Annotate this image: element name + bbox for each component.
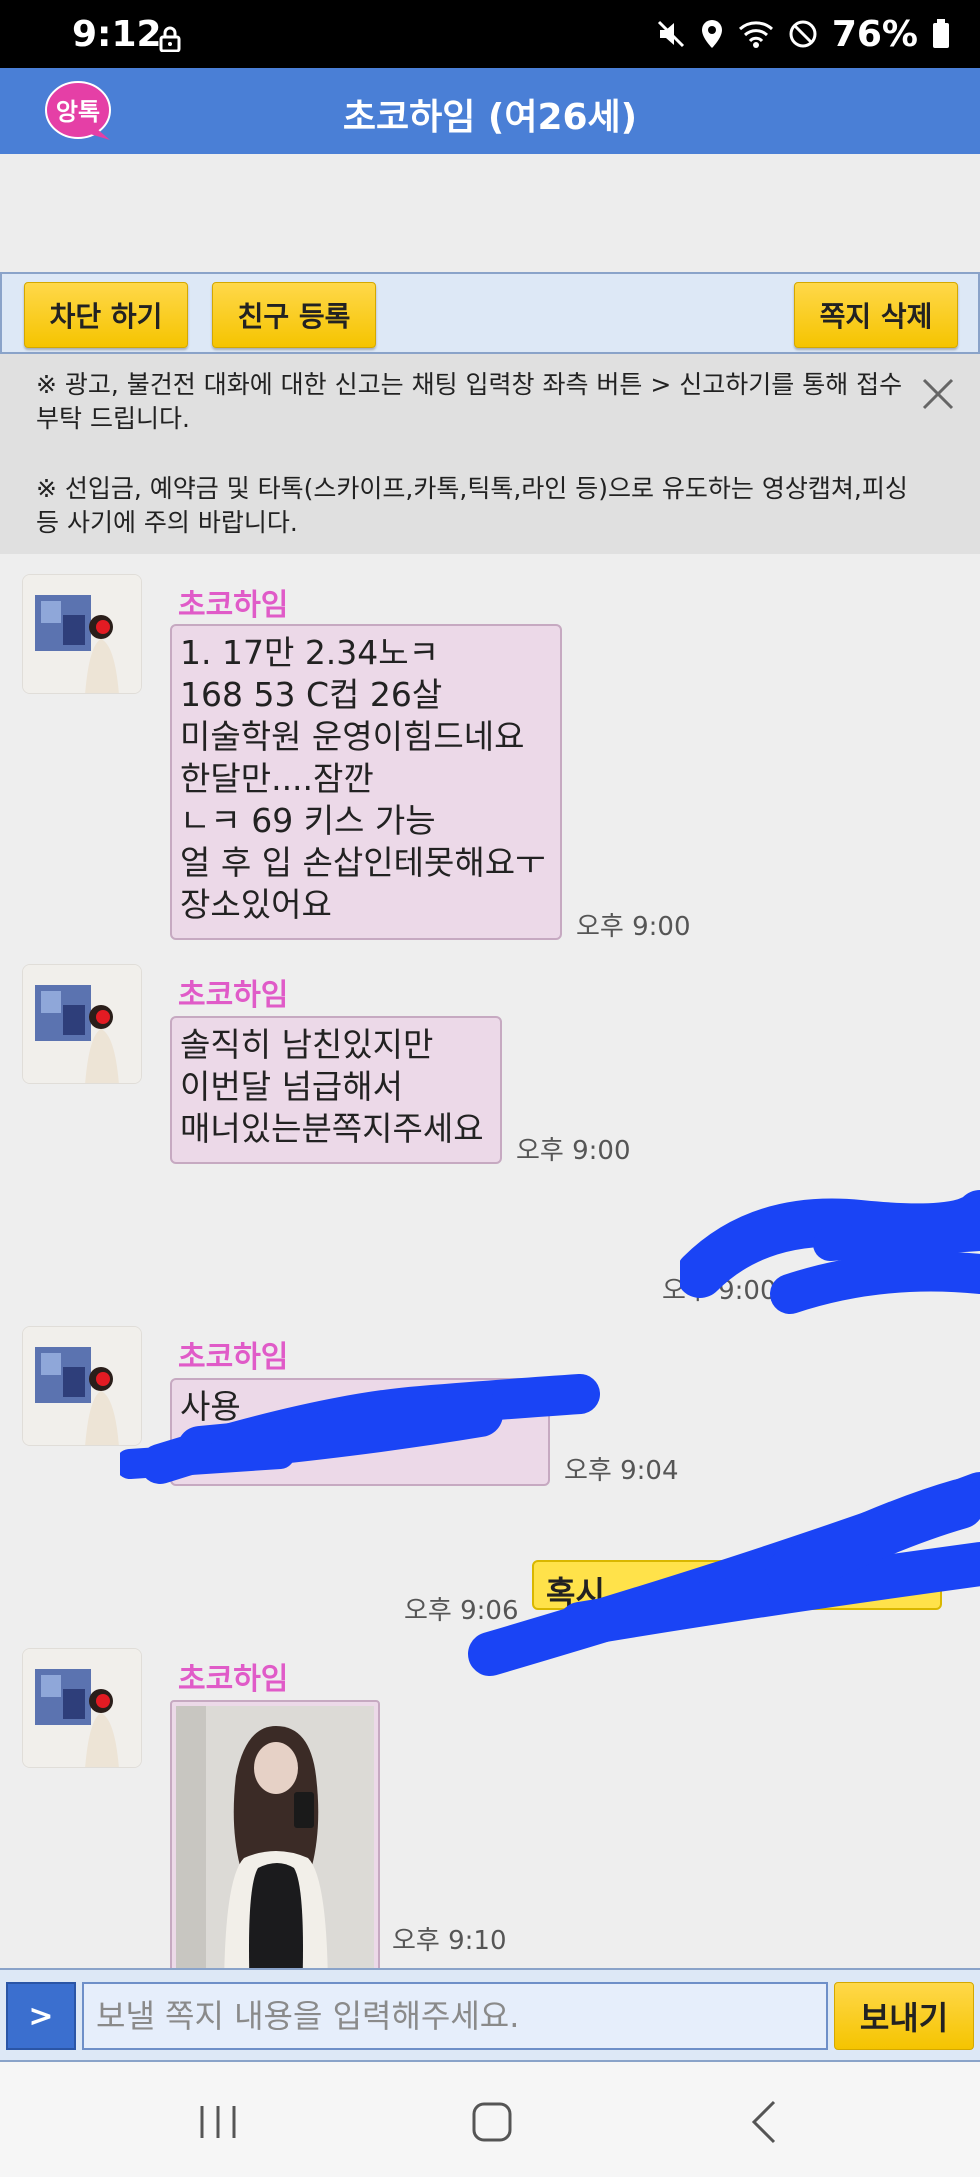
status-time: 9:12 — [72, 14, 162, 55]
close-icon[interactable] — [916, 372, 960, 416]
message-time: 오후 9:04 — [564, 1456, 679, 1486]
message-bubble: 솔직히 남친있지만 이번달 넘급해서 매너있는분쪽지주세요 — [170, 1016, 502, 1164]
outgoing-bubble — [860, 1240, 940, 1290]
sender-name: 초코하임 — [178, 1340, 289, 1375]
avatar[interactable] — [22, 574, 142, 694]
recent-apps-icon[interactable] — [188, 2092, 248, 2152]
input-bar: > 보내기 — [0, 1968, 980, 2062]
send-button[interactable]: 보내기 — [834, 1982, 974, 2050]
dnd-icon — [789, 20, 817, 48]
status-bar: 9:12 76% — [0, 0, 980, 68]
notice-report: ※ 광고, 불건전 대화에 대한 신고는 채팅 입력창 좌측 버튼 > 신고하기… — [36, 370, 903, 433]
sender-name: 초코하임 — [178, 588, 289, 623]
sender-name: 초코하임 — [178, 978, 289, 1013]
notice-fraud: ※ 선입금, 예약금 및 타톡(스카이프,카톡,틱톡,라인 등)으로 유도하는 … — [36, 474, 908, 537]
system-nav-bar — [0, 2062, 980, 2177]
message-input[interactable] — [82, 1982, 828, 2050]
app-header: 앙톡 초코하임 (여26세) — [0, 68, 980, 154]
home-icon[interactable] — [462, 2092, 522, 2152]
sender-name: 초코하임 — [178, 1662, 289, 1697]
page-title: 초코하임 (여26세) — [342, 97, 638, 138]
lock-icon — [159, 26, 181, 52]
wifi-icon — [738, 21, 773, 48]
status-icons: 76% — [656, 12, 950, 56]
avatar[interactable] — [22, 964, 142, 1084]
avatar[interactable] — [22, 1326, 142, 1446]
message-time: 오후 9:00 — [516, 1136, 631, 1166]
location-icon — [701, 20, 722, 48]
battery-icon — [933, 19, 949, 48]
message-bubble: 사용 — [170, 1378, 550, 1486]
message-time: 오후 9:00 — [662, 1276, 777, 1306]
message-time: 오후 9:10 — [392, 1926, 507, 1956]
notice-panel: ※ 광고, 불건전 대화에 대한 신고는 채팅 입력창 좌측 버튼 > 신고하기… — [0, 354, 980, 554]
block-button[interactable]: 차단 하기 — [24, 282, 188, 348]
avatar[interactable] — [22, 1648, 142, 1768]
battery-level: 76% — [831, 13, 918, 55]
message-bubble: 1. 17만 2.34노ㅋ 168 53 C컵 26살 미술학원 운영이힘드네요… — [170, 624, 562, 940]
message-time: 오후 9:06 — [404, 1596, 519, 1626]
action-bar: 차단 하기 친구 등록 쪽지 삭제 — [0, 272, 980, 354]
back-icon[interactable] — [736, 2092, 796, 2152]
delete-message-button[interactable]: 쪽지 삭제 — [794, 282, 958, 348]
add-friend-button[interactable]: 친구 등록 — [212, 282, 376, 348]
chat-area[interactable]: 초코하임 1. 17만 2.34노ㅋ 168 53 C컵 26살 미술학원 운영… — [0, 554, 980, 1968]
chat-menu-button[interactable]: > — [6, 1982, 76, 2050]
spacer — [0, 154, 980, 272]
message-time: 오후 9:00 — [576, 912, 691, 942]
mute-icon — [657, 20, 684, 48]
outgoing-text: 혹시 — [546, 1574, 605, 1612]
photo-message[interactable] — [170, 1700, 380, 1968]
outgoing-bubble: 혹시 — [532, 1560, 942, 1612]
